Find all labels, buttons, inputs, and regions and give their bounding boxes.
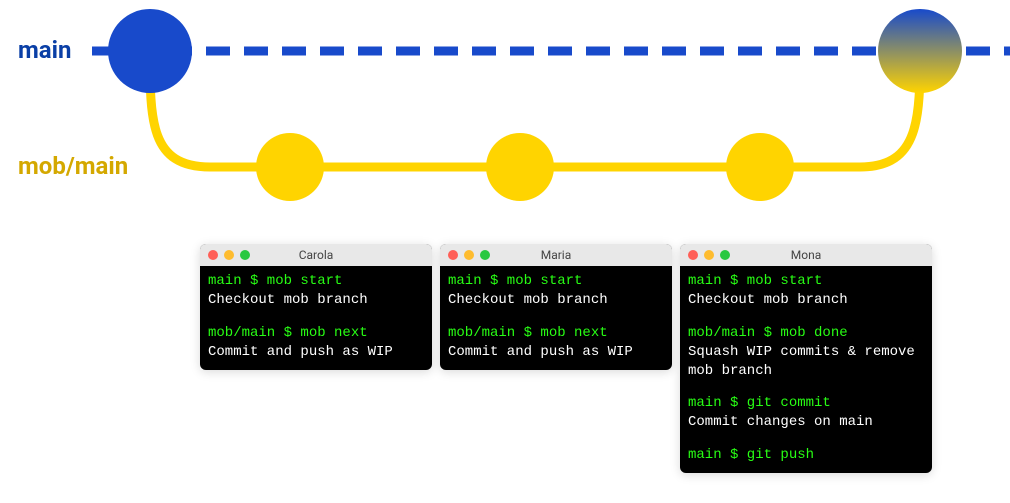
terminal-title: Mona xyxy=(680,248,932,262)
terminal-command: main $ git push xyxy=(688,446,924,465)
mob-commit-2 xyxy=(726,133,794,201)
terminal-output: Commit and push as WIP xyxy=(448,343,664,362)
terminal-output: Checkout mob branch xyxy=(208,291,424,310)
terminal-output: Checkout mob branch xyxy=(688,291,924,310)
main-start-commit xyxy=(108,9,192,93)
mob-commit-1 xyxy=(486,133,554,201)
terminal-title: Maria xyxy=(440,248,672,262)
terminal-command: main $ mob start xyxy=(448,272,664,291)
terminal-body: main $ mob startCheckout mob branch mob/m… xyxy=(440,266,672,370)
terminal-carola: Carola main $ mob startCheckout mob bran… xyxy=(200,244,432,370)
terminal-output: Checkout mob branch xyxy=(448,291,664,310)
terminal-output: Commit and push as WIP xyxy=(208,343,424,362)
terminal-titlebar: Mona xyxy=(680,244,932,266)
branch-graph xyxy=(0,0,1010,230)
terminal-titlebar: Maria xyxy=(440,244,672,266)
main-branch-label: main xyxy=(18,36,71,64)
terminal-title: Carola xyxy=(200,248,432,262)
terminal-body: main $ mob startCheckout mob branch mob/m… xyxy=(200,266,432,370)
terminal-command: main $ mob start xyxy=(208,272,424,291)
terminal-command: mob/main $ mob done xyxy=(688,324,924,343)
terminal-command: mob/main $ mob next xyxy=(448,324,664,343)
terminal-output: Commit changes on main xyxy=(688,413,924,432)
terminal-command: main $ mob start xyxy=(688,272,924,291)
terminal-command: mob/main $ mob next xyxy=(208,324,424,343)
terminal-mona: Mona main $ mob startCheckout mob branch… xyxy=(680,244,932,473)
terminal-command: main $ git commit xyxy=(688,394,924,413)
mob-commit-0 xyxy=(256,133,324,201)
mob-branch-label: mob/main xyxy=(18,152,128,180)
terminal-maria: Maria main $ mob startCheckout mob branc… xyxy=(440,244,672,370)
diagram-canvas: main mob/main Carola main $ mob startChe… xyxy=(0,0,1010,503)
terminal-body: main $ mob startCheckout mob branch mob/m… xyxy=(680,266,932,473)
merge-commit xyxy=(878,9,962,93)
terminal-output: Squash WIP commits & remove mob branch xyxy=(688,343,924,381)
terminal-titlebar: Carola xyxy=(200,244,432,266)
